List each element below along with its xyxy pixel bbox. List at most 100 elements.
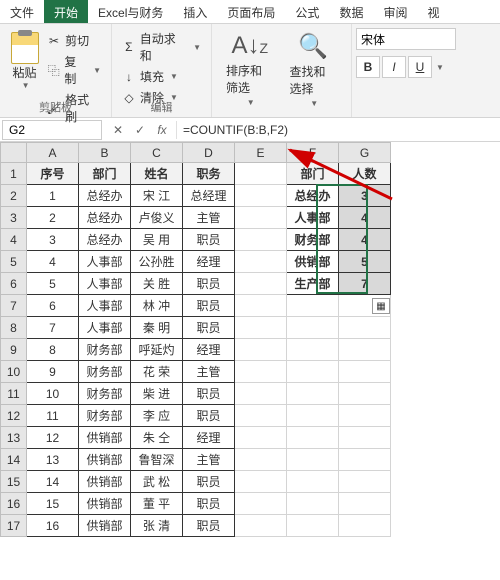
cell[interactable] xyxy=(287,515,339,537)
row-header[interactable]: 11 xyxy=(1,383,27,405)
cell[interactable]: 财务部 xyxy=(79,361,131,383)
tab-file[interactable]: 文件 xyxy=(0,0,44,23)
col-header[interactable]: E xyxy=(235,143,287,163)
autosum-button[interactable]: Σ自动求和▼ xyxy=(118,28,205,66)
cell[interactable]: 供销部 xyxy=(79,493,131,515)
row-header[interactable]: 16 xyxy=(1,493,27,515)
cell[interactable] xyxy=(235,339,287,361)
tab-page-layout[interactable]: 页面布局 xyxy=(217,0,285,23)
cell[interactable]: 关 胜 xyxy=(131,273,183,295)
row-header[interactable]: 13 xyxy=(1,427,27,449)
cell[interactable]: 宋 江 xyxy=(131,185,183,207)
cell[interactable]: 供销部 xyxy=(79,471,131,493)
cell[interactable] xyxy=(287,339,339,361)
enter-formula-icon[interactable]: ✓ xyxy=(130,123,150,137)
cancel-formula-icon[interactable]: ✕ xyxy=(108,123,128,137)
worksheet[interactable]: A B C D E F G 1 序号 部门 姓名 职务 部门 人数 2 1 总经… xyxy=(0,142,500,537)
cell[interactable] xyxy=(235,163,287,185)
cell[interactable]: 5 xyxy=(339,251,391,273)
cell[interactable]: 人事部 xyxy=(79,251,131,273)
col-header[interactable]: A xyxy=(27,143,79,163)
find-select-button[interactable]: 🔍 查找和选择▼ xyxy=(282,28,346,112)
fx-icon[interactable]: fx xyxy=(152,123,172,137)
autofill-options-button[interactable]: ▦ xyxy=(372,298,390,314)
cell[interactable]: 主管 xyxy=(183,361,235,383)
cell[interactable]: 1 xyxy=(27,185,79,207)
row-header[interactable]: 8 xyxy=(1,317,27,339)
cell[interactable] xyxy=(235,185,287,207)
cell[interactable]: 朱 仝 xyxy=(131,427,183,449)
cell[interactable]: 4 xyxy=(339,207,391,229)
cell[interactable]: 李 应 xyxy=(131,405,183,427)
row-header[interactable]: 5 xyxy=(1,251,27,273)
tab-data[interactable]: 数据 xyxy=(329,0,373,23)
cell[interactable]: 财务部 xyxy=(79,339,131,361)
cell[interactable] xyxy=(339,383,391,405)
italic-button[interactable]: I xyxy=(382,56,406,78)
cell[interactable]: 13 xyxy=(27,449,79,471)
cell[interactable]: 人事部 xyxy=(79,295,131,317)
fill-button[interactable]: ↓填充▼ xyxy=(118,66,205,87)
cell[interactable] xyxy=(235,471,287,493)
col-header[interactable]: G xyxy=(339,143,391,163)
cell[interactable] xyxy=(287,493,339,515)
cell[interactable] xyxy=(287,405,339,427)
cell[interactable]: 8 xyxy=(27,339,79,361)
cell[interactable]: 4 xyxy=(339,229,391,251)
cell[interactable] xyxy=(339,405,391,427)
cell[interactable]: 14 xyxy=(27,471,79,493)
cell[interactable]: 生产部 xyxy=(287,273,339,295)
cell[interactable]: 2 xyxy=(27,207,79,229)
cell[interactable]: 吴 用 xyxy=(131,229,183,251)
cell[interactable]: 3 xyxy=(339,185,391,207)
cell[interactable] xyxy=(235,273,287,295)
col-header[interactable]: D xyxy=(183,143,235,163)
tab-excel-finance[interactable]: Excel与财务 xyxy=(88,0,173,23)
underline-button[interactable]: U xyxy=(408,56,432,78)
cell[interactable]: 林 冲 xyxy=(131,295,183,317)
cell[interactable] xyxy=(287,361,339,383)
cell[interactable]: 财务部 xyxy=(79,383,131,405)
row-header[interactable]: 4 xyxy=(1,229,27,251)
row-header[interactable]: 2 xyxy=(1,185,27,207)
cell[interactable]: 人事部 xyxy=(79,317,131,339)
cell[interactable]: 呼延灼 xyxy=(131,339,183,361)
cell[interactable]: 经理 xyxy=(183,251,235,273)
cell[interactable]: 职员 xyxy=(183,493,235,515)
row-header[interactable]: 1 xyxy=(1,163,27,185)
cell[interactable]: 职员 xyxy=(183,515,235,537)
cell[interactable] xyxy=(235,251,287,273)
cell[interactable]: 人数 xyxy=(339,163,391,185)
cell[interactable]: 经理 xyxy=(183,427,235,449)
cell[interactable] xyxy=(235,493,287,515)
cell[interactable]: 职员 xyxy=(183,229,235,251)
cell[interactable]: 秦 明 xyxy=(131,317,183,339)
copy-button[interactable]: ⿻复制▼ xyxy=(43,51,105,89)
cell[interactable]: 总经理 xyxy=(183,185,235,207)
cell[interactable] xyxy=(339,361,391,383)
cell[interactable] xyxy=(287,295,339,317)
cell[interactable] xyxy=(287,427,339,449)
font-family-input[interactable] xyxy=(356,28,456,50)
cell[interactable]: 7 xyxy=(27,317,79,339)
row-header[interactable]: 6 xyxy=(1,273,27,295)
cell[interactable] xyxy=(235,405,287,427)
cell[interactable]: 供销部 xyxy=(79,515,131,537)
cell[interactable]: 9 xyxy=(27,361,79,383)
cell[interactable]: 7 xyxy=(339,273,391,295)
cell[interactable]: 主管 xyxy=(183,449,235,471)
cell[interactable] xyxy=(235,229,287,251)
cell[interactable] xyxy=(339,449,391,471)
row-header[interactable]: 3 xyxy=(1,207,27,229)
cell[interactable]: 6 xyxy=(27,295,79,317)
cell[interactable]: 16 xyxy=(27,515,79,537)
cell[interactable]: 卢俊义 xyxy=(131,207,183,229)
cell[interactable]: 部门 xyxy=(79,163,131,185)
row-header[interactable]: 17 xyxy=(1,515,27,537)
cell[interactable]: 经理 xyxy=(183,339,235,361)
cell[interactable]: 鲁智深 xyxy=(131,449,183,471)
cell[interactable]: 5 xyxy=(27,273,79,295)
cell[interactable] xyxy=(287,471,339,493)
row-header[interactable]: 10 xyxy=(1,361,27,383)
cell[interactable] xyxy=(235,295,287,317)
